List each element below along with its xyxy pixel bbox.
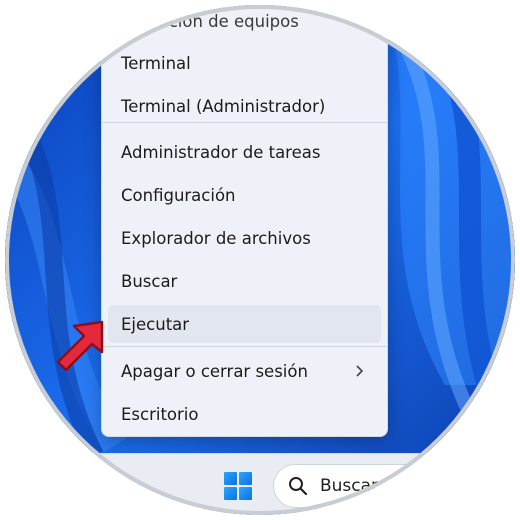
menu-item-label: Administrador de tareas xyxy=(121,142,321,162)
menu-item-label: Terminal xyxy=(121,53,191,73)
menu-item-label: Configuración xyxy=(121,185,236,205)
menu-divider xyxy=(102,346,387,347)
menu-item-label: Explorador de archivos xyxy=(121,228,311,248)
menu-item-settings[interactable]: Configuración xyxy=(108,176,381,214)
search-label: Buscar xyxy=(320,476,379,496)
menu-item-run[interactable]: Ejecutar xyxy=(108,305,381,343)
menu-item-search[interactable]: Buscar xyxy=(108,262,381,300)
menu-item-desktop[interactable]: Escritorio xyxy=(108,395,381,433)
menu-item-terminal[interactable]: Terminal xyxy=(108,44,381,82)
menu-divider xyxy=(102,122,387,123)
menu-item-label: Terminal (Administrador) xyxy=(121,96,326,116)
taskbar: Buscar xyxy=(5,453,515,515)
menu-item-terminal-admin[interactable]: Terminal (Administrador) xyxy=(108,87,381,125)
red-arrow-icon xyxy=(56,320,104,372)
menu-item-label: Buscar xyxy=(121,271,178,291)
windows-logo-icon[interactable] xyxy=(223,471,253,501)
taskbar-search-box[interactable]: Buscar xyxy=(273,464,515,508)
chevron-right-icon xyxy=(356,365,364,377)
screenshot-stage: ...stración de equipos Terminal Terminal… xyxy=(0,0,520,520)
menu-item-shutdown[interactable]: Apagar o cerrar sesión xyxy=(108,352,381,390)
circular-crop: ...stración de equipos Terminal Terminal… xyxy=(5,5,515,515)
menu-item-administracion-equipos[interactable]: ...stración de equipos xyxy=(108,5,381,40)
menu-item-label: ...stración de equipos xyxy=(121,11,299,31)
menu-item-label: Ejecutar xyxy=(121,314,190,334)
menu-item-task-manager[interactable]: Administrador de tareas xyxy=(108,133,381,171)
menu-item-label: Apagar o cerrar sesión xyxy=(121,361,308,381)
menu-item-file-explorer[interactable]: Explorador de archivos xyxy=(108,219,381,257)
context-menu: ...stración de equipos Terminal Terminal… xyxy=(101,5,388,437)
search-icon xyxy=(289,477,308,496)
menu-item-label: Escritorio xyxy=(121,404,199,424)
